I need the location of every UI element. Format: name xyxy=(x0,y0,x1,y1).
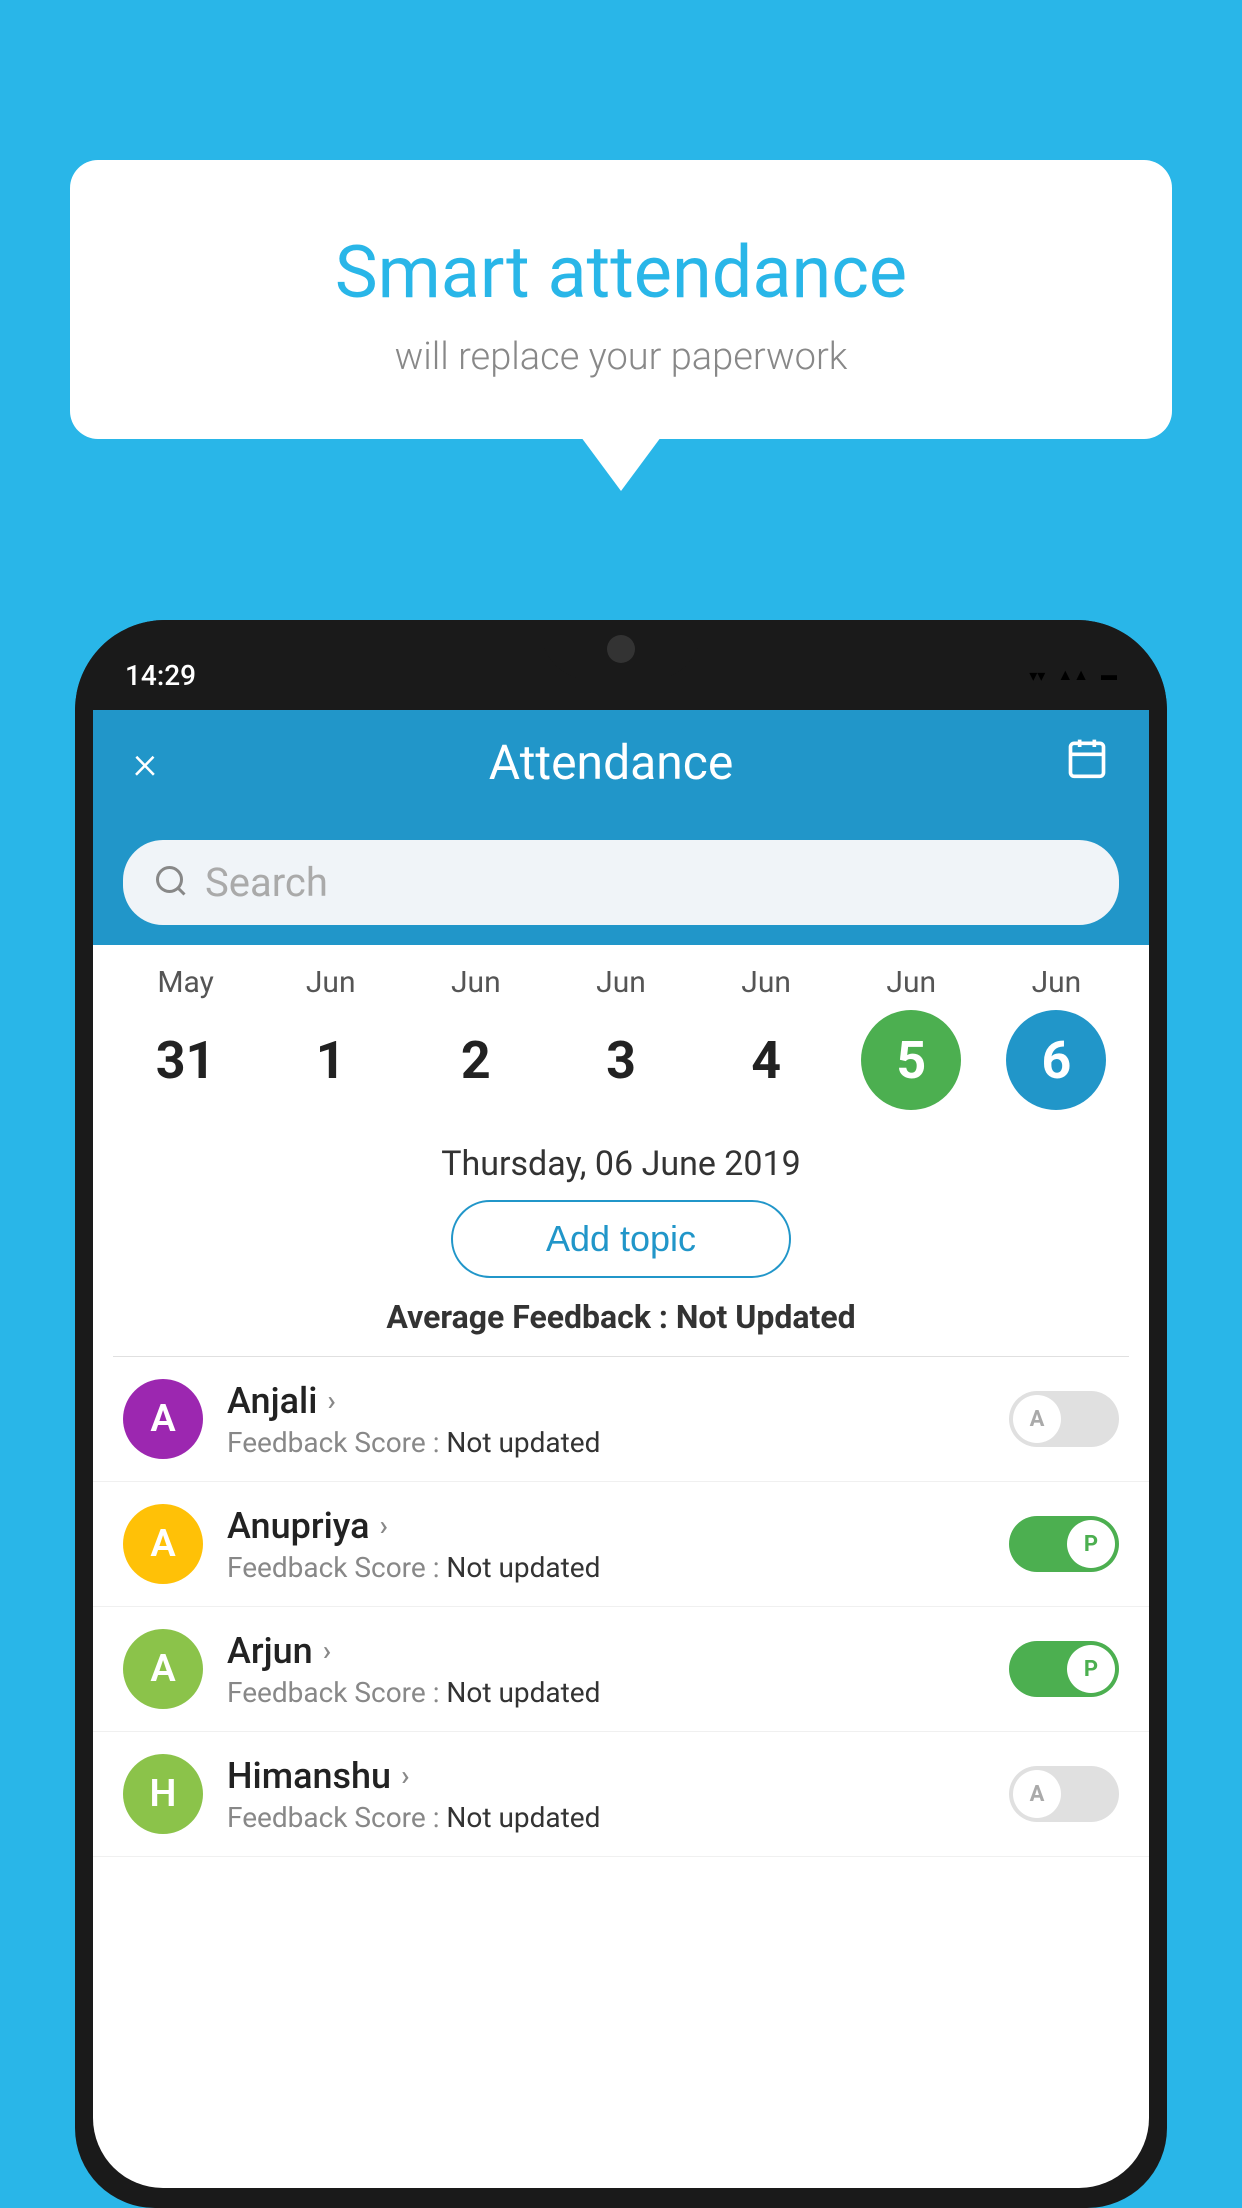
status-time: 14:29 xyxy=(125,659,196,692)
feedback-value: Not updated xyxy=(446,1801,600,1834)
feedback-score: Feedback Score : Not updated xyxy=(227,1551,985,1584)
app-title: Attendance xyxy=(489,734,734,791)
phone-status-bar: 14:29 ▾▾ ▲▲ ▬ xyxy=(75,620,1167,710)
feedback-score: Feedback Score : Not updated xyxy=(227,1801,985,1834)
toggle-thumb: A xyxy=(1013,1770,1061,1818)
chevron-icon: › xyxy=(323,1634,331,1667)
app-header: × Attendance xyxy=(93,705,1149,820)
cal-month: Jun xyxy=(451,965,501,1000)
cal-item-5[interactable]: Jun 5 xyxy=(851,965,971,1110)
cal-day: 2 xyxy=(426,1010,526,1110)
avg-feedback: Average Feedback : Not Updated xyxy=(93,1298,1149,1336)
student-name: Anupriya › xyxy=(227,1505,985,1547)
status-icons: ▾▾ ▲▲ ▬ xyxy=(1029,665,1117,685)
cal-month: May xyxy=(157,965,213,1000)
student-avatar: A xyxy=(123,1379,203,1459)
phone-frame: 14:29 ▾▾ ▲▲ ▬ × Attendance xyxy=(75,620,1167,2208)
bubble-subtitle: will replace your paperwork xyxy=(130,335,1112,379)
avg-feedback-value: Not Updated xyxy=(676,1298,856,1336)
toggle-thumb: A xyxy=(1013,1395,1061,1443)
cal-day: 5 xyxy=(861,1010,961,1110)
toggle-container[interactable]: P xyxy=(1009,1516,1119,1572)
cal-day: 6 xyxy=(1006,1010,1106,1110)
phone-camera xyxy=(607,635,635,663)
battery-icon: ▬ xyxy=(1101,665,1117,685)
cal-day: 1 xyxy=(281,1010,381,1110)
feedback-value: Not updated xyxy=(446,1551,600,1584)
cal-month: Jun xyxy=(886,965,936,1000)
cal-item-6[interactable]: Jun 6 xyxy=(996,965,1116,1110)
attendance-toggle[interactable]: A xyxy=(1009,1766,1119,1822)
cal-day: 4 xyxy=(716,1010,816,1110)
cal-month: Jun xyxy=(741,965,791,1000)
speech-bubble-container: Smart attendance will replace your paper… xyxy=(70,160,1172,439)
calendar-strip: May 31 Jun 1 Jun 2 Jun 3 Jun 4 Jun 5 Jun 6 xyxy=(93,945,1149,1120)
student-info: Himanshu › Feedback Score : Not updated xyxy=(227,1755,985,1834)
search-icon xyxy=(153,863,189,903)
feedback-score: Feedback Score : Not updated xyxy=(227,1426,985,1459)
chevron-icon: › xyxy=(327,1384,335,1417)
attendance-toggle[interactable]: P xyxy=(1009,1641,1119,1697)
feedback-value: Not updated xyxy=(446,1676,600,1709)
speech-bubble: Smart attendance will replace your paper… xyxy=(70,160,1172,439)
cal-month: Jun xyxy=(596,965,646,1000)
search-bar[interactable]: Search xyxy=(123,840,1119,925)
bubble-title: Smart attendance xyxy=(130,230,1112,315)
chevron-icon: › xyxy=(401,1759,409,1792)
avg-feedback-label: Average Feedback : xyxy=(386,1298,668,1336)
search-container: Search xyxy=(93,820,1149,945)
toggle-thumb: P xyxy=(1067,1645,1115,1693)
student-info: Anupriya › Feedback Score : Not updated xyxy=(227,1505,985,1584)
cal-item-31[interactable]: May 31 xyxy=(126,965,246,1110)
attendance-toggle[interactable]: A xyxy=(1009,1391,1119,1447)
app-screen: × Attendance Search xyxy=(93,705,1149,2188)
student-info: Anjali › Feedback Score : Not updated xyxy=(227,1380,985,1459)
signal-icon: ▲▲ xyxy=(1057,665,1089,685)
toggle-container[interactable]: A xyxy=(1009,1766,1119,1822)
student-avatar: H xyxy=(123,1754,203,1834)
student-name: Anjali › xyxy=(227,1380,985,1422)
student-item[interactable]: H Himanshu › Feedback Score : Not updated A xyxy=(93,1732,1149,1857)
attendance-toggle[interactable]: P xyxy=(1009,1516,1119,1572)
student-item[interactable]: A Anupriya › Feedback Score : Not updated P xyxy=(93,1482,1149,1607)
student-list: AAnjali ›Feedback Score : Not updatedAAA… xyxy=(93,1357,1149,1857)
student-name: Himanshu › xyxy=(227,1755,985,1797)
cal-item-3[interactable]: Jun 3 xyxy=(561,965,681,1110)
cal-month: Jun xyxy=(306,965,356,1000)
toggle-container[interactable]: P xyxy=(1009,1641,1119,1697)
student-name: Arjun › xyxy=(227,1630,985,1672)
wifi-icon: ▾▾ xyxy=(1029,666,1045,685)
calendar-icon[interactable] xyxy=(1065,736,1109,790)
cal-day: 3 xyxy=(571,1010,671,1110)
cal-item-4[interactable]: Jun 4 xyxy=(706,965,826,1110)
cal-day: 31 xyxy=(136,1010,236,1110)
student-avatar: A xyxy=(123,1504,203,1584)
student-item[interactable]: A Anjali › Feedback Score : Not updated A xyxy=(93,1357,1149,1482)
selected-date: Thursday, 06 June 2019 xyxy=(93,1120,1149,1200)
feedback-score: Feedback Score : Not updated xyxy=(227,1676,985,1709)
student-item[interactable]: A Arjun › Feedback Score : Not updated P xyxy=(93,1607,1149,1732)
cal-item-2[interactable]: Jun 2 xyxy=(416,965,536,1110)
close-button[interactable]: × xyxy=(133,736,157,790)
chevron-icon: › xyxy=(380,1509,388,1542)
toggle-container[interactable]: A xyxy=(1009,1391,1119,1447)
student-avatar: A xyxy=(123,1629,203,1709)
add-topic-button[interactable]: Add topic xyxy=(451,1200,791,1278)
feedback-value: Not updated xyxy=(446,1426,600,1459)
toggle-thumb: P xyxy=(1067,1520,1115,1568)
cal-month: Jun xyxy=(1032,965,1082,1000)
search-placeholder: Search xyxy=(205,859,328,906)
cal-item-1[interactable]: Jun 1 xyxy=(271,965,391,1110)
student-info: Arjun › Feedback Score : Not updated xyxy=(227,1630,985,1709)
